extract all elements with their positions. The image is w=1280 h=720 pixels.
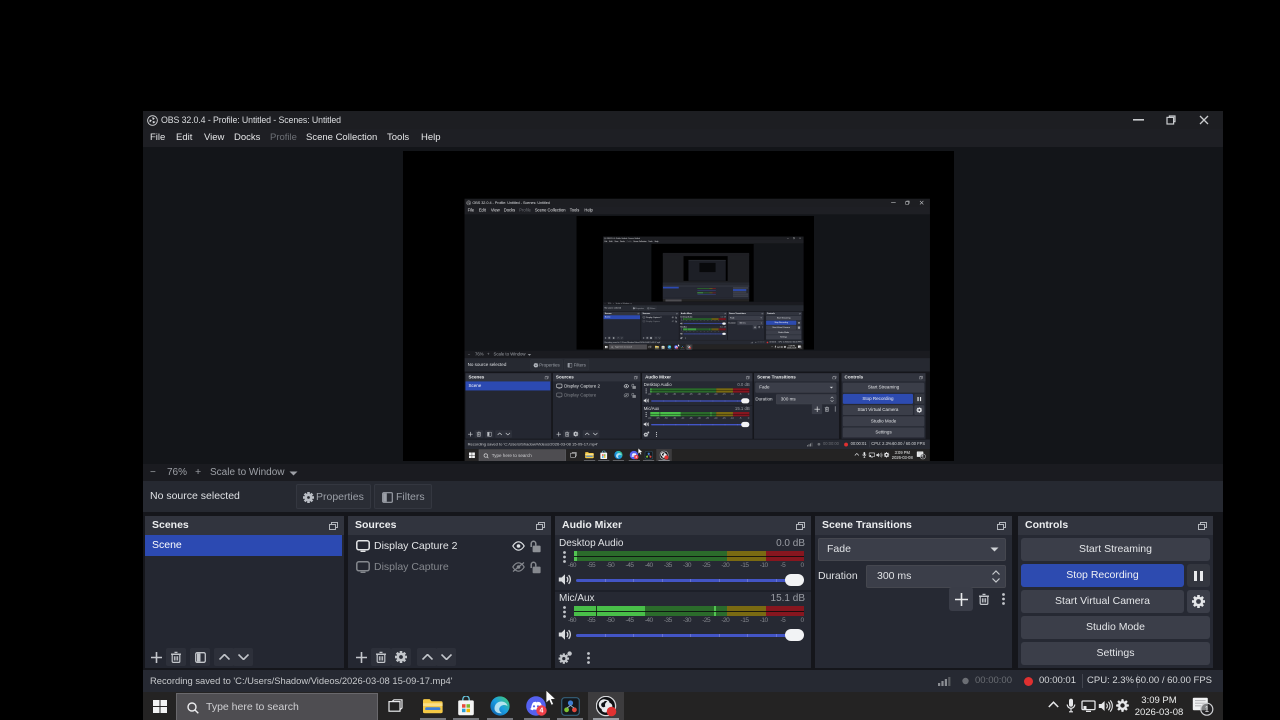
svg-text:1: 1 — [1205, 705, 1210, 714]
svg-text:1: 1 — [921, 455, 923, 459]
svg-text:4: 4 — [635, 455, 637, 459]
svg-text:1: 1 — [799, 347, 800, 349]
svg-text:4: 4 — [540, 708, 544, 715]
